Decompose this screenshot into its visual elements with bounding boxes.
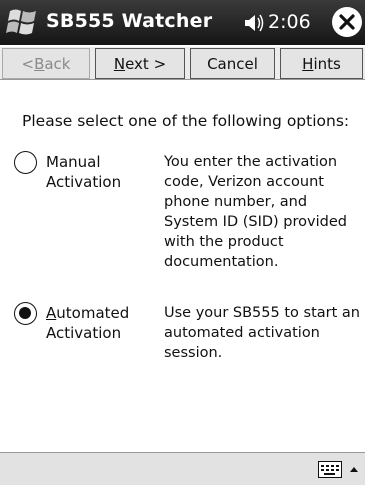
hints-button-accel: H: [302, 54, 314, 73]
automated-activation-label-line1: utomated: [56, 304, 130, 322]
automated-activation-description: Use your SB555 to start an automated act…: [164, 305, 360, 361]
next-button-accel: N: [113, 54, 126, 73]
clock[interactable]: 2:06: [268, 11, 311, 33]
manual-activation-label-line1: Manual: [46, 153, 101, 171]
automated-activation-radio[interactable]: [14, 302, 37, 325]
automated-activation-label[interactable]: Automated Activation: [46, 303, 141, 343]
cancel-button-label: Cancel: [207, 54, 258, 73]
manual-activation-label-line2: Activation: [46, 173, 122, 191]
instruction-text: Please select one of the following optio…: [22, 112, 350, 130]
close-icon: [339, 14, 355, 30]
wizard-button-bar: < Back Next > Cancel Hints: [0, 47, 365, 80]
back-button[interactable]: < Back: [2, 48, 90, 79]
hints-button-label: ints: [313, 54, 341, 73]
back-button-accel: B: [34, 54, 45, 73]
windows-flag-icon: [6, 9, 36, 35]
cancel-button[interactable]: Cancel: [190, 48, 275, 79]
keyboard-icon[interactable]: [318, 461, 342, 478]
manual-activation-radio[interactable]: [14, 151, 37, 174]
close-button[interactable]: [332, 7, 362, 37]
input-menu-arrow[interactable]: [348, 463, 360, 475]
next-button[interactable]: Next >: [95, 48, 185, 79]
manual-activation-description: You enter the activation code, Verizon a…: [164, 154, 347, 270]
hints-button[interactable]: Hints: [280, 48, 363, 79]
back-button-label-post: ack: [44, 54, 71, 73]
automated-activation-accel: A: [46, 304, 57, 322]
automated-activation-label-line2: Activation: [46, 324, 122, 342]
manual-activation-label[interactable]: Manual Activation: [46, 152, 141, 192]
app-title: SB555 Watcher: [46, 10, 213, 32]
menu-bar: [0, 452, 365, 485]
speaker-icon[interactable]: [243, 12, 265, 34]
up-arrow-icon: [350, 467, 358, 472]
next-button-label: ext >: [125, 54, 167, 73]
back-button-label-pre: <: [21, 54, 35, 73]
title-bar: SB555 Watcher 2:06: [0, 0, 365, 45]
start-menu-button[interactable]: [4, 6, 42, 38]
